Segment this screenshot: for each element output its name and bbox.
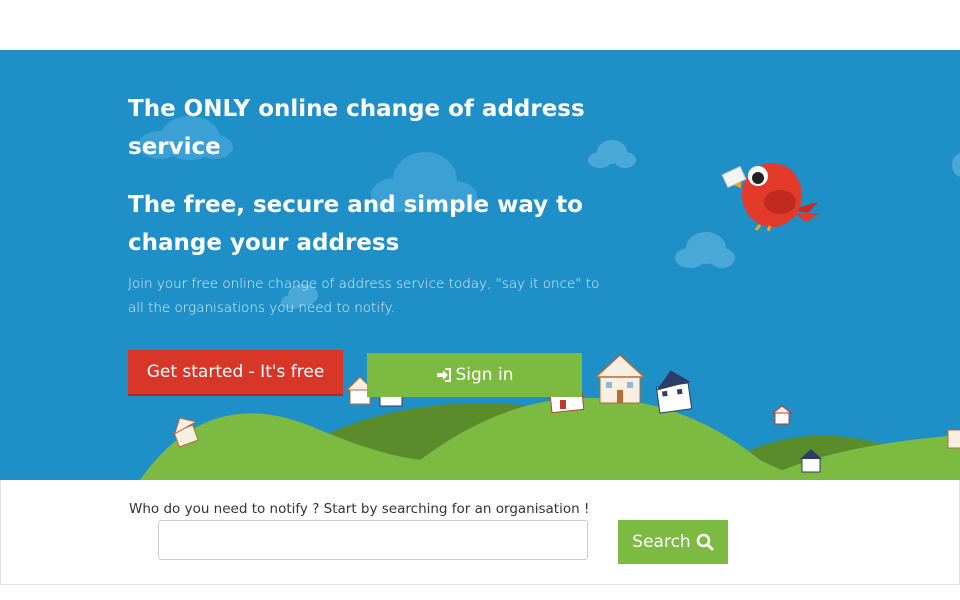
search-button[interactable]: Search bbox=[618, 520, 728, 564]
hero-banner: The ONLY online change of address servic… bbox=[0, 50, 960, 480]
top-bar bbox=[0, 0, 960, 50]
search-button-label: Search bbox=[632, 532, 691, 552]
sign-in-button[interactable]: Sign in bbox=[367, 353, 582, 397]
get-started-label: Get started - It's free bbox=[146, 362, 325, 382]
search-input[interactable] bbox=[158, 520, 588, 560]
sign-in-label: Sign in bbox=[455, 365, 514, 385]
cloud-icon bbox=[952, 153, 960, 177]
house-icon bbox=[947, 429, 960, 449]
hero-subheadline: The free, secure and simple way to chang… bbox=[128, 192, 583, 256]
search-section: Who do you need to notify ? Start by sea… bbox=[0, 480, 960, 585]
search-icon bbox=[696, 533, 714, 551]
hero-headline: The ONLY online change of address servic… bbox=[128, 96, 585, 160]
house-icon bbox=[379, 395, 403, 407]
house-icon bbox=[594, 353, 646, 404]
get-started-button[interactable]: Get started - It's free bbox=[128, 350, 343, 394]
hero-description: Join your free online change of address … bbox=[128, 276, 600, 316]
house-icon bbox=[655, 370, 693, 414]
bird-mascot-icon bbox=[721, 163, 820, 232]
sign-in-icon bbox=[436, 368, 451, 382]
cloud-icon bbox=[675, 232, 735, 268]
search-prompt: Who do you need to notify ? Start by sea… bbox=[129, 501, 590, 517]
house-icon bbox=[771, 405, 793, 425]
